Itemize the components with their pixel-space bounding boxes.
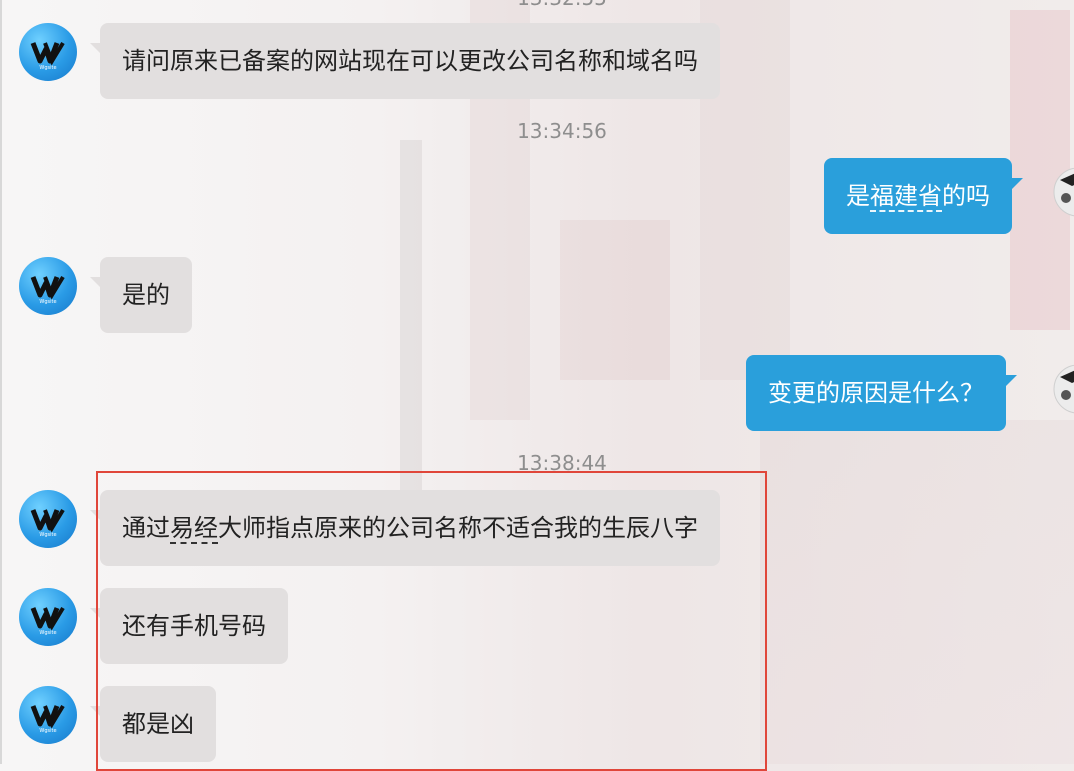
message-bubble[interactable]: 是福建省的吗 [824, 158, 1023, 234]
contact-avatar-icon[interactable]: Wgsite [19, 686, 77, 744]
svg-text:Wgsite: Wgsite [39, 728, 56, 734]
message-bubble[interactable]: 请问原来已备案的网站现在可以更改公司名称和域名吗 [90, 23, 720, 99]
message-bubble[interactable]: 变更的原因是什么？ [746, 355, 1017, 431]
highlight-box [96, 471, 767, 771]
message-text: 是福建省的吗 [846, 182, 990, 212]
timestamp: 13:32:55 [462, 0, 662, 10]
svg-text:Wgsite: Wgsite [39, 630, 56, 636]
svg-text:Wgsite: Wgsite [39, 532, 56, 538]
message-bubble[interactable]: 是的 [90, 257, 192, 333]
contact-avatar-icon[interactable]: Wgsite [19, 23, 77, 81]
contact-avatar-icon[interactable]: Wgsite [19, 490, 77, 548]
self-avatar-icon[interactable] [1050, 160, 1074, 220]
svg-text:Wgsite: Wgsite [39, 65, 56, 71]
message-text: 变更的原因是什么？ [768, 379, 984, 407]
window-border [0, 0, 2, 764]
message-text: 请问原来已备案的网站现在可以更改公司名称和域名吗 [122, 47, 698, 75]
message-text: 是的 [122, 281, 170, 309]
contact-avatar-icon[interactable]: Wgsite [19, 588, 77, 646]
timestamp: 13:34:56 [517, 119, 607, 143]
svg-text:Wgsite: Wgsite [39, 299, 56, 305]
contact-avatar-icon[interactable]: Wgsite [19, 257, 77, 315]
self-avatar-icon[interactable] [1050, 357, 1074, 417]
